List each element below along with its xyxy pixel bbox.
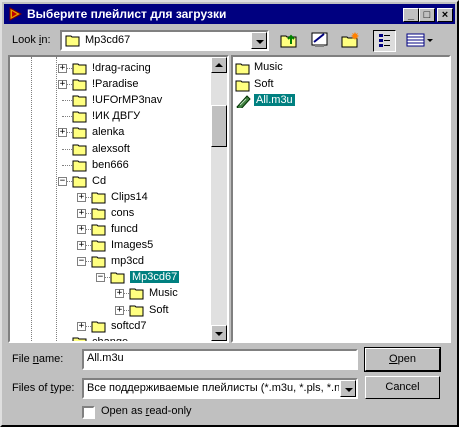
folder-tree-panel[interactable]: + !drag-racing + !Paradise !UFOrMP3nav !ИК ДВ… xyxy=(8,55,229,343)
file-list-item[interactable]: All.m3u xyxy=(235,92,435,110)
maximize-button[interactable]: □ xyxy=(419,8,435,22)
title-bar[interactable]: Выберите плейлист для загрузки _ □ × xyxy=(4,4,455,24)
file-list-item[interactable]: Soft xyxy=(235,76,435,94)
expand-icon[interactable]: + xyxy=(77,192,86,202)
new-folder-button[interactable] xyxy=(340,30,363,52)
expand-icon[interactable]: + xyxy=(115,305,124,315)
tree-item-label: !UFOrMP3nav xyxy=(92,94,163,107)
cancel-button[interactable]: Cancel xyxy=(365,376,440,399)
tree-item-label: ben666 xyxy=(92,158,129,171)
desktop-icon xyxy=(311,32,328,47)
scroll-up-button[interactable] xyxy=(211,57,227,73)
tree-item-label: !drag-racing xyxy=(92,62,151,74)
minimize-button[interactable]: _ xyxy=(403,8,419,22)
app-icon xyxy=(9,7,22,21)
close-button[interactable]: × xyxy=(437,8,453,22)
expand-icon[interactable]: + xyxy=(77,321,86,331)
file-name-label: File name: xyxy=(12,353,64,365)
look-in-dropdown-button[interactable] xyxy=(251,32,267,49)
file-type-dropdown-button[interactable] xyxy=(340,380,356,397)
tree-item-label: Soft xyxy=(149,303,169,316)
folder-icon xyxy=(72,95,87,107)
folder-icon xyxy=(91,256,106,268)
list-view-button[interactable] xyxy=(373,30,396,52)
tree-item-label: Images5 xyxy=(111,239,154,252)
desktop-button[interactable] xyxy=(309,30,332,52)
folder-icon xyxy=(72,79,87,91)
expand-icon[interactable]: + xyxy=(77,225,86,234)
folder-icon xyxy=(91,192,106,204)
expand-icon[interactable]: + xyxy=(58,80,67,90)
tree-item-label: !ИК ДВГУ xyxy=(92,110,141,123)
details-view-icon xyxy=(406,33,433,47)
tree-item-label: mp3cd xyxy=(111,255,145,268)
collapse-icon[interactable]: − xyxy=(58,176,67,186)
tree-item-label: funcd xyxy=(111,223,138,235)
tree-item[interactable]: change xyxy=(10,334,210,343)
expand-icon[interactable]: + xyxy=(77,241,86,251)
look-in-value: Mp3cd67 xyxy=(85,34,131,46)
list-view-icon xyxy=(379,34,390,47)
folder-icon xyxy=(91,208,106,220)
open-button[interactable]: Open xyxy=(364,347,441,372)
tree-item-label: alenka xyxy=(92,126,125,139)
collapse-icon[interactable]: − xyxy=(77,257,86,267)
folder-icon xyxy=(72,127,87,139)
file-list-item-label: Soft xyxy=(254,77,274,90)
expand-icon[interactable]: + xyxy=(58,64,67,73)
tree-item-label: Mp3cd67 xyxy=(130,271,180,284)
expand-icon[interactable]: + xyxy=(58,128,67,138)
tree-item-label: softcd7 xyxy=(111,319,147,332)
expand-icon[interactable]: + xyxy=(77,208,86,218)
folder-icon xyxy=(91,224,106,236)
tree-item-label: Clips14 xyxy=(111,190,148,203)
file-name-input[interactable]: All.m3u xyxy=(82,349,358,370)
file-type-label: Files of type: xyxy=(12,382,75,394)
new-folder-icon xyxy=(341,32,359,48)
open-folder-icon xyxy=(65,35,80,47)
tree-item-label: change xyxy=(92,335,129,343)
read-only-label[interactable]: Open as read-only xyxy=(101,405,192,417)
file-type-value: Все поддерживаемые плейлисты (*.m3u, *.p… xyxy=(87,382,339,394)
tree-item-label: Music xyxy=(149,287,178,300)
tree-item-label: Cd xyxy=(92,174,107,187)
file-name-value: All.m3u xyxy=(87,352,124,364)
folder-icon xyxy=(72,337,87,341)
folder-icon xyxy=(129,288,144,300)
folder-icon xyxy=(72,63,87,75)
scroll-thumb[interactable] xyxy=(211,105,227,147)
folder-icon xyxy=(72,144,87,155)
folder-icon xyxy=(91,321,106,333)
file-list-item[interactable]: Music xyxy=(235,59,435,77)
folder-icon xyxy=(235,80,250,91)
playlist-file-icon xyxy=(236,95,251,108)
tree-vertical-scrollbar[interactable] xyxy=(211,57,227,341)
file-list-panel[interactable]: Music Soft All.m3u xyxy=(231,55,451,343)
folder-tree: + !drag-racing + !Paradise !UFOrMP3nav !ИК ДВ… xyxy=(10,57,211,341)
window-title: Выберите плейлист для загрузки xyxy=(27,7,227,21)
folder-icon xyxy=(129,305,144,316)
scroll-down-button[interactable] xyxy=(211,325,227,341)
collapse-icon[interactable]: − xyxy=(96,273,105,283)
folder-icon xyxy=(72,160,87,172)
look-in-label: Look in: xyxy=(12,34,51,46)
tree-item-label: !Paradise xyxy=(92,78,139,91)
folder-icon xyxy=(91,240,106,252)
file-list-item-label: All.m3u xyxy=(254,94,295,106)
folder-icon xyxy=(72,111,87,123)
open-folder-icon xyxy=(110,272,125,284)
up-one-level-button[interactable] xyxy=(279,30,302,52)
up-one-level-icon xyxy=(280,34,297,48)
tree-item-label: cons xyxy=(111,206,135,219)
folder-icon xyxy=(72,176,87,188)
read-only-checkbox[interactable] xyxy=(82,406,95,419)
details-view-button[interactable] xyxy=(404,30,437,52)
expand-icon[interactable]: + xyxy=(115,289,124,299)
look-in-combo[interactable]: Mp3cd67 xyxy=(60,30,269,51)
folder-icon xyxy=(235,63,250,75)
open-playlist-dialog: Выберите плейлист для загрузки _ □ × Loo… xyxy=(0,0,459,427)
file-type-combo[interactable]: Все поддерживаемые плейлисты (*.m3u, *.p… xyxy=(82,378,358,399)
tree-item-label: alexsoft xyxy=(92,142,130,155)
file-list-item-label: Music xyxy=(254,61,283,73)
